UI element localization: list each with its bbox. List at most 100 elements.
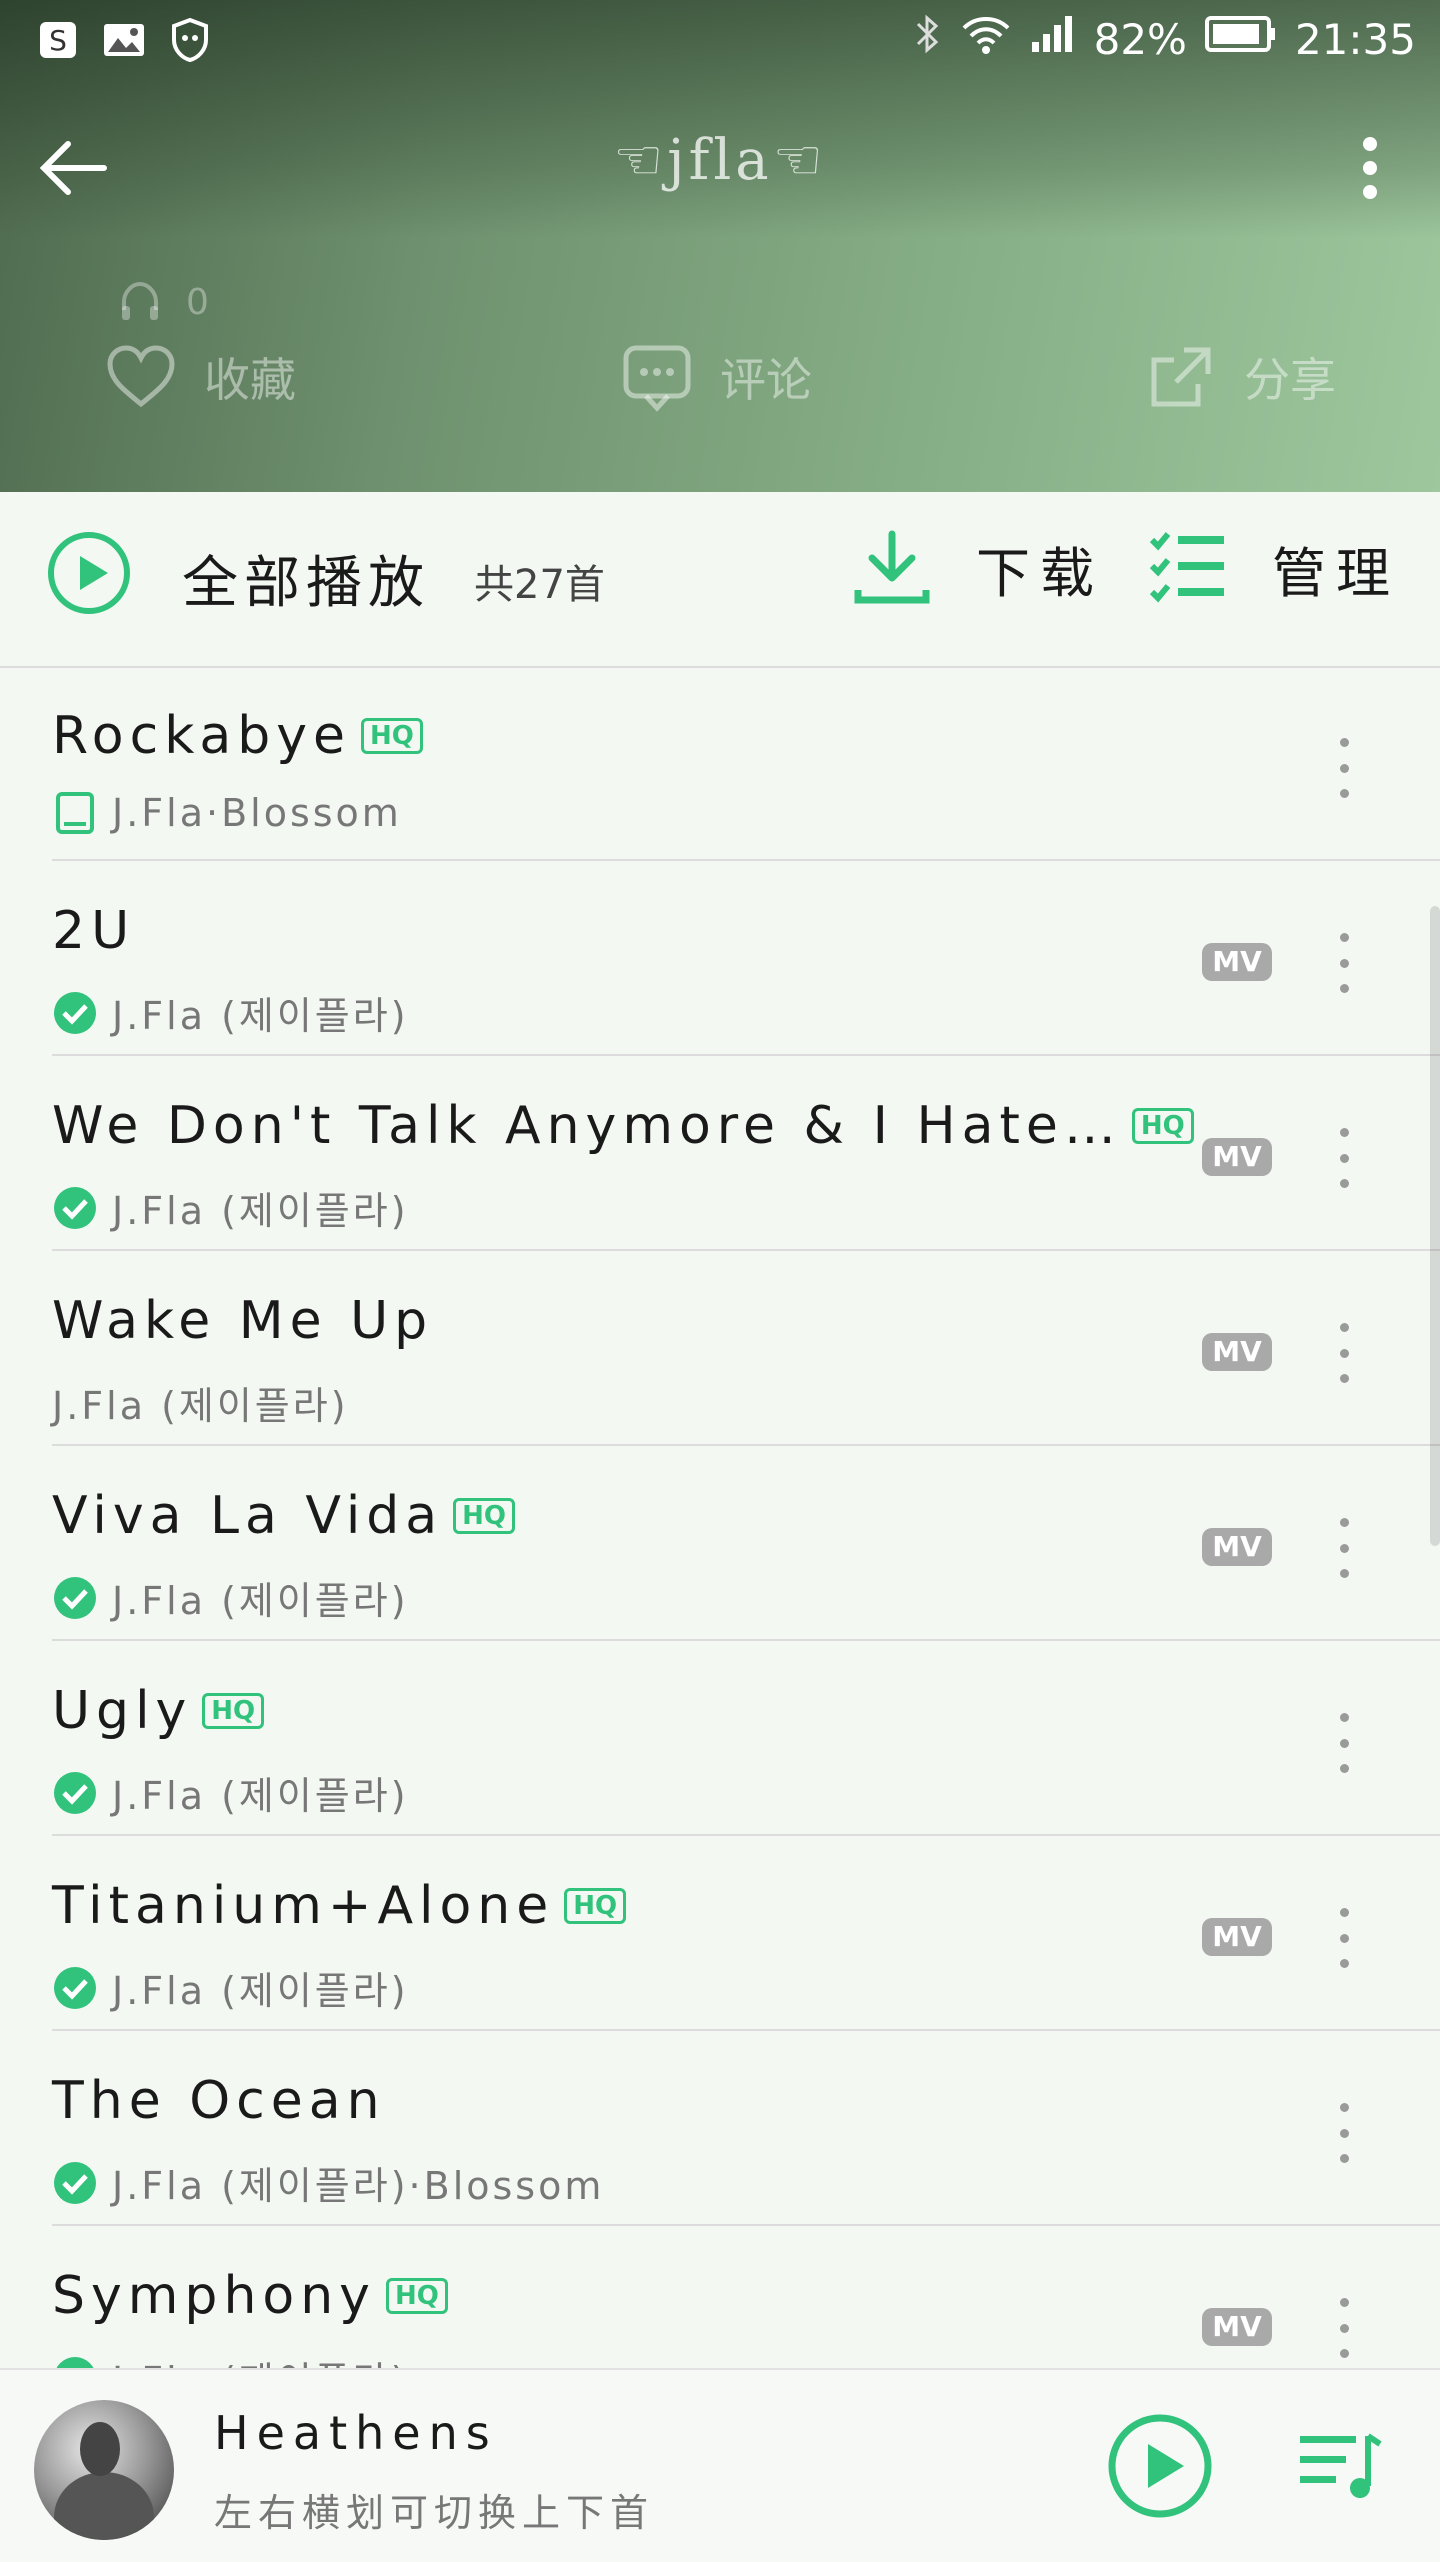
playlist-actions: 收藏 评论 分享: [0, 330, 1440, 430]
more-options-button[interactable]: [1330, 128, 1410, 208]
song-row[interactable]: Titanium+Alone HQ J.Fla (제이플라) MV: [52, 1836, 1440, 2031]
song-title-text: 2U: [52, 901, 136, 961]
mini-play-button[interactable]: [1106, 2412, 1214, 2520]
hq-badge: HQ: [453, 1498, 516, 1534]
share-button[interactable]: 分享: [1144, 340, 1336, 414]
clock: 21:35: [1294, 14, 1416, 64]
hq-badge: HQ: [361, 718, 423, 754]
song-count: 共27首: [474, 562, 605, 608]
back-button[interactable]: [34, 128, 114, 208]
battery-percent: 82%: [1093, 14, 1187, 64]
song-title-text: Wake Me Up: [52, 1291, 434, 1351]
song-row[interactable]: Ugly HQ J.Fla (제이플라): [52, 1641, 1440, 1836]
play-circle-icon: [1108, 2414, 1212, 2518]
bluetooth-icon: [912, 12, 942, 66]
now-playing-title: Heathens: [214, 2406, 498, 2460]
song-artist: J.Fla (제이플라): [112, 1579, 409, 1623]
song-subtitle: J.Fla (제이플라)·Blossom: [52, 2155, 604, 2210]
song-subtitle: J.Fla (제이플라): [52, 985, 409, 1040]
mv-badge[interactable]: MV: [1202, 2308, 1272, 2346]
download-label: 下载: [976, 541, 1104, 605]
share-icon: [1151, 347, 1211, 407]
song-title: Viva La Vida HQ: [52, 1486, 516, 1546]
song-more-button[interactable]: [1324, 1323, 1364, 1383]
song-row[interactable]: Wake Me Up J.Fla (제이플라) MV: [52, 1251, 1440, 1446]
song-title: 2U: [52, 901, 135, 961]
play-all-label[interactable]: 全部播放: [182, 538, 430, 619]
playlist-queue-button[interactable]: [1296, 2422, 1386, 2512]
hq-badge: HQ: [202, 1693, 265, 1729]
app-s-icon: S: [36, 18, 80, 62]
listen-count-value: 0: [186, 281, 209, 323]
comment-icon: [623, 345, 691, 412]
downloaded-check-icon: [54, 1576, 96, 1619]
song-artist: J.Fla·Blossom: [112, 791, 402, 835]
downloaded-check-icon: [54, 1966, 96, 2009]
download-button[interactable]: 下载: [852, 528, 1104, 608]
song-artist: J.Fla (제이플라): [112, 1189, 409, 1233]
song-title-text: Viva La Vida: [52, 1486, 444, 1546]
manage-button[interactable]: 管理: [1148, 528, 1400, 608]
song-row[interactable]: We Don't Talk Anymore & I Hate… HQ J.Fla…: [52, 1056, 1440, 1251]
song-row[interactable]: 2U J.Fla (제이플라) MV: [52, 861, 1440, 1056]
page-title: ☜jfla☜: [613, 128, 827, 193]
status-bar: S 82% 21:35: [0, 0, 1440, 80]
play-all-button[interactable]: [46, 530, 132, 616]
comment-button[interactable]: 评论: [620, 340, 812, 414]
arrow-left-icon: [39, 141, 107, 195]
song-more-button[interactable]: [1324, 2298, 1364, 2358]
song-title-text: Symphony: [52, 2266, 376, 2326]
song-title-text: The Ocean: [52, 2071, 386, 2131]
song-artist: J.Fla (제이플라): [112, 1969, 409, 2013]
song-title: Ugly HQ: [52, 1681, 265, 1741]
hq-badge: HQ: [385, 2278, 448, 2314]
song-artist: J.Fla (제이플라): [112, 1774, 409, 1818]
song-artist: J.Fla (제이플라): [52, 1384, 349, 1428]
mv-badge[interactable]: MV: [1202, 1333, 1272, 1371]
song-title: The Ocean: [52, 2071, 386, 2131]
mv-badge[interactable]: MV: [1202, 943, 1272, 981]
song-more-button[interactable]: [1324, 1713, 1364, 1773]
signal-icon: [1030, 12, 1076, 66]
song-row[interactable]: Viva La Vida HQ J.Fla (제이플라) MV: [52, 1446, 1440, 1641]
favorite-button[interactable]: 收藏: [104, 340, 296, 414]
downloaded-check-icon: [54, 991, 96, 1034]
top-toolbar: ☜jfla☜ 0: [0, 110, 1440, 323]
song-subtitle: J.Fla (제이플라): [52, 1570, 409, 1625]
swipe-hint: 左右横划可切换上下首: [214, 2491, 655, 2535]
album-cover[interactable]: [34, 2400, 174, 2540]
song-title: Symphony HQ: [52, 2266, 448, 2326]
mv-badge[interactable]: MV: [1202, 1918, 1272, 1956]
song-title-text: Titanium+Alone: [52, 1876, 555, 1936]
heart-icon: [107, 345, 175, 408]
mv-badge[interactable]: MV: [1202, 1528, 1272, 1566]
song-title: We Don't Talk Anymore & I Hate… HQ: [52, 1096, 1194, 1156]
svg-text:S: S: [49, 24, 67, 57]
song-row[interactable]: The Ocean J.Fla (제이플라)·Blossom: [52, 2031, 1440, 2226]
song-row[interactable]: Rockabye HQ J.Fla·Blossom: [52, 666, 1440, 861]
mv-badge[interactable]: MV: [1202, 1138, 1272, 1176]
song-title-text: Ugly: [52, 1681, 193, 1741]
song-more-button[interactable]: [1324, 1128, 1364, 1188]
more-vertical-icon: [1363, 137, 1377, 199]
song-more-button[interactable]: [1324, 738, 1364, 798]
song-title: Wake Me Up: [52, 1291, 433, 1351]
listen-count: 0: [118, 280, 209, 324]
song-artist: J.Fla (제이플라)·Blossom: [112, 2164, 605, 2208]
song-more-button[interactable]: [1324, 2103, 1364, 2163]
song-more-button[interactable]: [1324, 1908, 1364, 1968]
headphones-icon: [122, 281, 158, 320]
hq-badge: HQ: [1131, 1108, 1194, 1144]
play-circle-icon: [48, 532, 130, 614]
song-title: Rockabye HQ: [52, 706, 423, 766]
downloaded-check-icon: [54, 1771, 96, 1814]
mini-player[interactable]: Heathens 左右横划可切换上下首: [0, 2368, 1440, 2562]
song-title-text: We Don't Talk Anymore & I Hate…: [52, 1096, 1122, 1156]
song-more-button[interactable]: [1324, 1518, 1364, 1578]
song-more-button[interactable]: [1324, 933, 1364, 993]
downloaded-check-icon: [54, 2161, 96, 2204]
scrollbar[interactable]: [1430, 906, 1440, 1546]
song-subtitle: J.Fla (제이플라): [52, 1375, 349, 1430]
download-icon: [854, 530, 930, 604]
manage-label: 管理: [1272, 541, 1400, 605]
